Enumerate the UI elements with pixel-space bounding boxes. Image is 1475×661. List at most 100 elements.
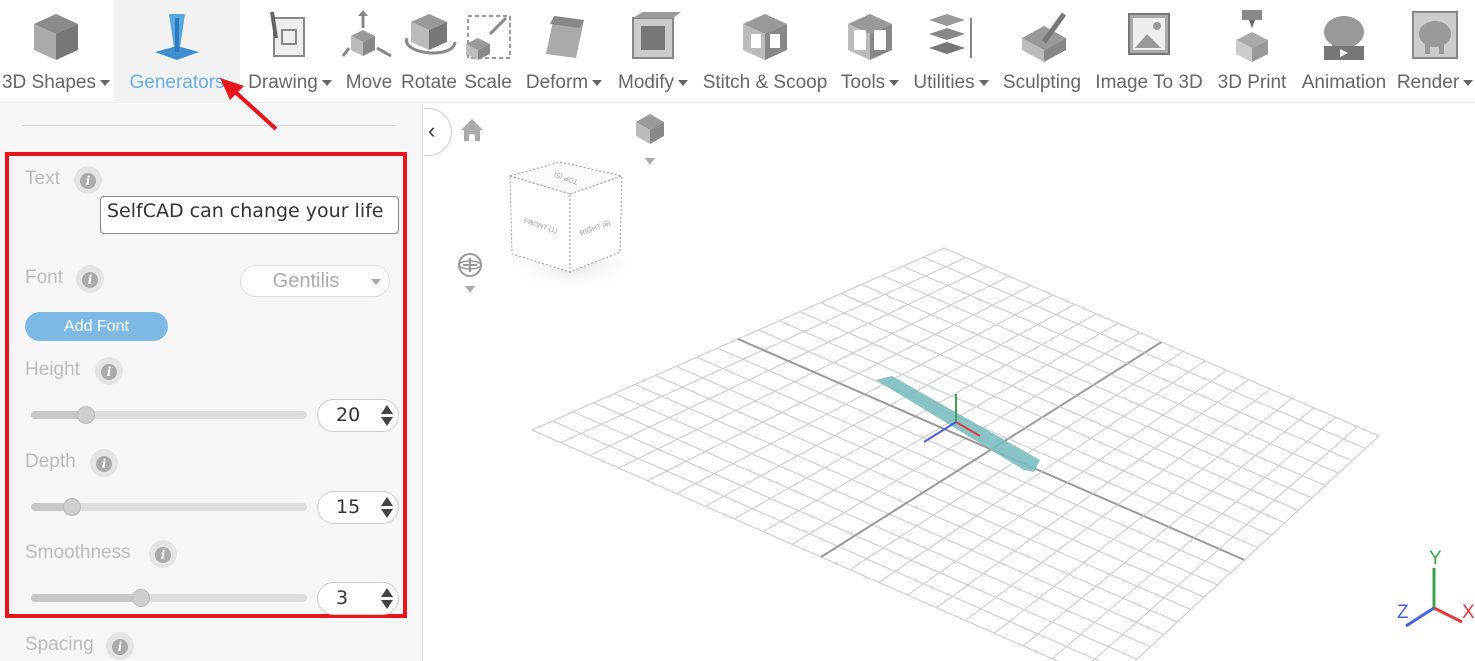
- render-icon: [1412, 11, 1458, 59]
- toolbar-item-label: Utilities: [906, 72, 996, 94]
- toolbar-item-label: Modify: [611, 72, 695, 94]
- toolbar-item-modify[interactable]: Modify: [611, 0, 695, 103]
- toolbar-item-drawing[interactable]: Drawing: [240, 0, 340, 103]
- caret-down-icon: [592, 79, 603, 86]
- toolbar-item-label: 3D Shapes: [0, 72, 112, 94]
- decrement-icon[interactable]: [381, 417, 393, 426]
- toolbar-label-text: Image To 3D: [1095, 72, 1203, 93]
- toolbar-item-sculpting[interactable]: Sculpting: [997, 0, 1087, 103]
- smoothness-slider-fill: [31, 594, 142, 602]
- toolbar-label-text: Rotate: [401, 72, 457, 93]
- toolbar-item-generators[interactable]: Generators: [114, 0, 240, 103]
- image-to-3d-icon: [1128, 13, 1170, 55]
- depth-slider[interactable]: [31, 498, 307, 516]
- toolbar-label-text: Sculpting: [1002, 72, 1082, 93]
- grid-line: [923, 256, 1366, 449]
- z-axis-line: [1405, 606, 1435, 628]
- ground-grid: [531, 247, 1380, 661]
- depth-info-icon[interactable]: i: [90, 449, 118, 477]
- add-font-button[interactable]: Add Font: [25, 312, 168, 341]
- font-label: Font: [25, 267, 64, 288]
- drawing-icon: [270, 11, 305, 57]
- toolbar-label-text: Stitch & Scoop: [702, 72, 828, 93]
- tools-icon: [848, 14, 892, 60]
- spacing-info-icon[interactable]: i: [106, 632, 134, 660]
- smoothness-stepper[interactable]: 3: [317, 582, 399, 615]
- font-info-icon[interactable]: i: [76, 265, 104, 293]
- grid-line: [552, 420, 1101, 661]
- height-value: 20: [336, 404, 361, 426]
- height-info-icon[interactable]: i: [95, 357, 123, 385]
- toolbar-item-label: Image To 3D: [1088, 72, 1210, 94]
- toolbar-item-label: Move: [340, 72, 398, 94]
- toolbar-item-3d-shapes[interactable]: 3D Shapes: [0, 0, 112, 103]
- decrement-icon[interactable]: [381, 600, 393, 609]
- toolbar-item-label: Stitch & Scoop: [696, 72, 834, 94]
- panel-divider: [22, 125, 395, 126]
- toolbar-item-tools[interactable]: Tools: [835, 0, 905, 103]
- text-input[interactable]: SelfCAD can change your life: [100, 196, 399, 234]
- spacing-label: Spacing: [25, 634, 94, 655]
- toolbar-item-label: Drawing: [240, 72, 340, 94]
- height-label: Height: [25, 359, 80, 380]
- sculpting-icon: [1022, 12, 1067, 62]
- height-stepper[interactable]: 20: [317, 399, 399, 432]
- decrement-icon[interactable]: [381, 509, 393, 518]
- depth-value: 15: [336, 496, 361, 518]
- toolbar-item-label: Animation: [1294, 72, 1394, 94]
- grid-line: [943, 247, 1380, 437]
- generator-panel: Text i SelfCAD can change your life Font…: [0, 104, 423, 661]
- main-toolbar: 3D Shapes Generators Drawing Move Rotate Scal…: [0, 0, 1475, 103]
- toolbar-item-scale[interactable]: Scale: [461, 0, 515, 103]
- toolbar-item-label: Tools: [835, 72, 905, 94]
- grid-line: [1051, 416, 1336, 659]
- toolbar-label-text: Render: [1396, 72, 1460, 93]
- toolbar-item-rotate[interactable]: Rotate: [398, 0, 460, 103]
- caret-down-icon: [100, 79, 110, 86]
- grid-line: [1022, 407, 1315, 647]
- toolbar-item-label: Rotate: [398, 72, 460, 94]
- depth-stepper[interactable]: 15: [317, 491, 399, 524]
- smoothness-info-icon[interactable]: i: [149, 540, 177, 568]
- increment-icon[interactable]: [381, 497, 393, 506]
- toolbar-item-animation[interactable]: Animation: [1294, 0, 1394, 103]
- toolbar-item-3d-print[interactable]: 3D Print: [1211, 0, 1293, 103]
- rotate-icon: [405, 14, 457, 55]
- toolbar-item-label: Render: [1395, 72, 1475, 94]
- modify-icon: [632, 12, 681, 59]
- toolbar-label-text: Move: [345, 72, 393, 93]
- toolbar-item-deform[interactable]: Deform: [518, 0, 610, 103]
- font-select-value: Gentilis: [272, 270, 340, 292]
- toolbar-item-stitch-scoop[interactable]: Stitch & Scoop: [696, 0, 834, 103]
- z-axis-label: Z: [1397, 602, 1409, 623]
- caret-down-icon: [978, 79, 989, 86]
- toolbar-label-text: 3D Print: [1217, 72, 1287, 93]
- x-axis-line: [1433, 606, 1463, 624]
- text-info-icon[interactable]: i: [74, 166, 102, 194]
- toolbar-label-text: Utilities: [913, 72, 975, 93]
- smoothness-value: 3: [336, 587, 349, 609]
- utilities-icon: [929, 14, 972, 58]
- cube-icon: [34, 14, 78, 60]
- toolbar-item-move[interactable]: Move: [340, 0, 398, 103]
- font-select[interactable]: Gentilis: [240, 265, 390, 297]
- toolbar-item-render[interactable]: Render: [1395, 0, 1475, 103]
- 3d-viewport[interactable]: ‹ TOP (5) FRONT (1) RIGHT (6) Y X Z: [424, 104, 1475, 661]
- height-slider[interactable]: [31, 406, 307, 424]
- move-icon: [341, 10, 392, 58]
- smoothness-slider[interactable]: [31, 589, 307, 607]
- 3d-print-icon: [1236, 10, 1268, 62]
- chevron-down-icon: [371, 279, 381, 285]
- x-axis-label: X: [1462, 602, 1474, 623]
- increment-icon[interactable]: [381, 405, 393, 414]
- toolbar-item-image-to-3d[interactable]: Image To 3D: [1088, 0, 1210, 103]
- scale-icon: [466, 15, 511, 60]
- smoothness-label: Smoothness: [25, 542, 131, 563]
- generator-icon: [155, 14, 199, 60]
- y-axis-label: Y: [1429, 548, 1442, 569]
- increment-icon[interactable]: [381, 588, 393, 597]
- caret-down-icon: [321, 79, 332, 86]
- toolbar-item-utilities[interactable]: Utilities: [906, 0, 996, 103]
- grid-line: [1091, 426, 1358, 661]
- grid-line: [1134, 435, 1380, 661]
